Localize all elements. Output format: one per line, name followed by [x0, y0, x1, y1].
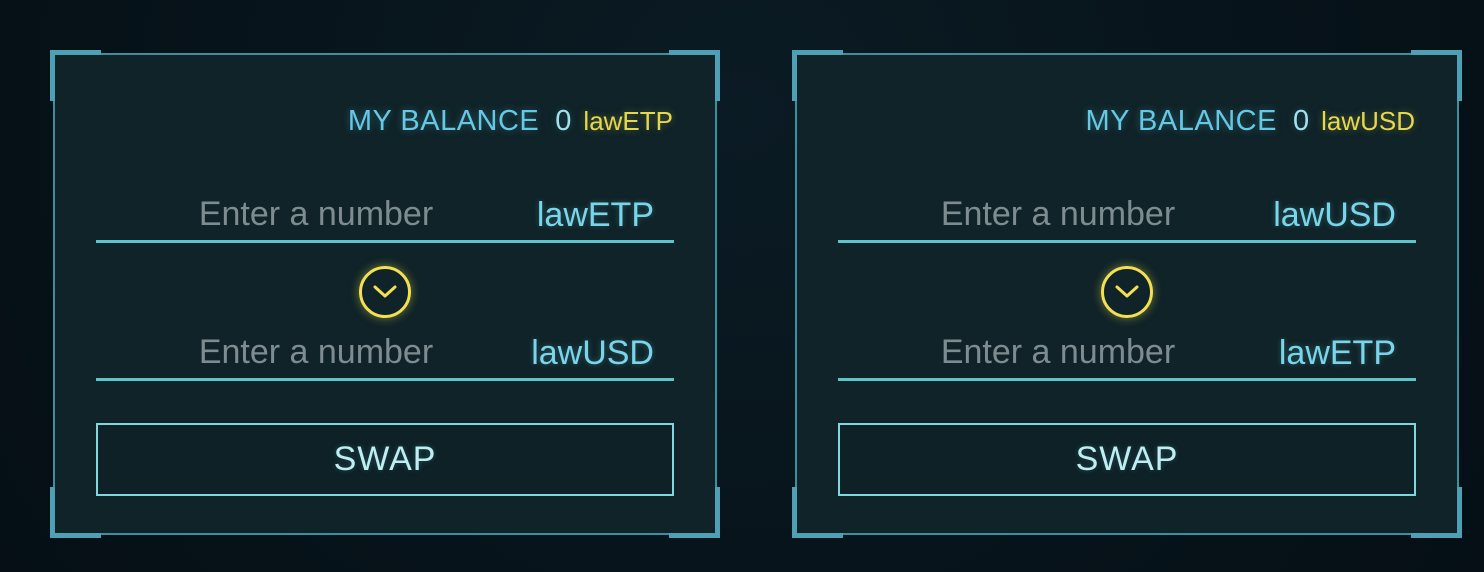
corner-bracket: [50, 487, 101, 538]
balance-token: lawUSD: [1321, 106, 1415, 136]
to-token-label: lawETP: [1278, 334, 1396, 372]
swap-button[interactable]: SWAP: [96, 423, 674, 496]
corner-bracket: [792, 50, 843, 101]
to-token-label: lawUSD: [531, 334, 654, 372]
balance-label: MY BALANCE: [347, 105, 540, 137]
corner-bracket: [1411, 50, 1462, 101]
swap-panel-lawetp: MY BALANCE 0 lawETP lawETP lawUSD SWAP: [50, 50, 720, 538]
chevron-down-icon: [373, 285, 397, 298]
corner-bracket: [792, 487, 843, 538]
from-amount-field: lawETP: [96, 189, 674, 243]
balance-value: 0: [1292, 105, 1310, 137]
from-amount-field: lawUSD: [838, 189, 1416, 243]
to-amount-input[interactable]: [96, 327, 536, 377]
balance-row: MY BALANCE 0 lawETP: [348, 105, 673, 141]
corner-bracket: [50, 50, 101, 101]
from-token-label: lawETP: [536, 196, 654, 234]
swap-page: MY BALANCE 0 lawETP lawETP lawUSD SWAP M…: [0, 0, 1484, 572]
from-token-label: lawUSD: [1273, 196, 1396, 234]
swap-direction-button[interactable]: [1101, 266, 1153, 318]
chevron-down-icon: [1115, 285, 1139, 298]
swap-panel-lawusd: MY BALANCE 0 lawUSD lawUSD lawETP SWAP: [792, 50, 1462, 538]
to-amount-field: lawUSD: [96, 327, 674, 381]
from-amount-input[interactable]: [96, 189, 536, 239]
balance-row: MY BALANCE 0 lawUSD: [1086, 105, 1415, 141]
balance-value: 0: [555, 105, 572, 137]
from-amount-input[interactable]: [838, 189, 1278, 239]
corner-bracket: [669, 487, 720, 538]
corner-bracket: [669, 50, 720, 101]
corner-bracket: [1411, 487, 1462, 538]
swap-direction-button[interactable]: [359, 266, 411, 318]
balance-token: lawETP: [583, 106, 673, 136]
to-amount-input[interactable]: [838, 327, 1278, 377]
balance-label: MY BALANCE: [1085, 105, 1277, 137]
to-amount-field: lawETP: [838, 327, 1416, 381]
swap-button[interactable]: SWAP: [838, 423, 1416, 496]
